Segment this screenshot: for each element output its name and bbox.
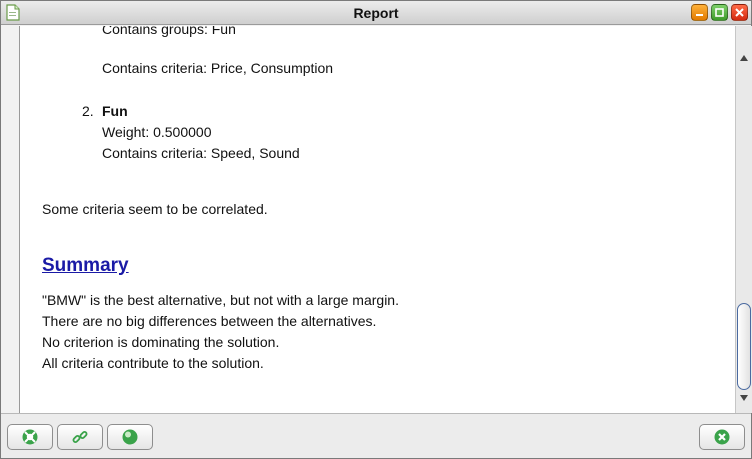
minimize-button[interactable]: [691, 4, 708, 21]
globe-icon: [122, 429, 138, 445]
group1-criteria: Contains criteria: Price, Consumption: [102, 60, 334, 76]
partial-line: Contains groups: Fun: [102, 26, 236, 37]
link-chain-icon: [72, 431, 88, 443]
close-circle-icon: [714, 429, 730, 445]
group2-criteria: Contains criteria: Speed, Sound: [102, 145, 300, 161]
vertical-scrollbar[interactable]: [735, 26, 752, 413]
summary-line: "BMW" is the best alternative, but not w…: [42, 292, 399, 308]
close-report-button[interactable]: [699, 424, 745, 450]
close-icon: [735, 8, 744, 17]
scroll-thumb[interactable]: [737, 303, 751, 390]
help-lifebuoy-icon: [22, 429, 38, 445]
maximize-button[interactable]: [711, 4, 728, 21]
group2-weight: Weight: 0.500000: [102, 124, 212, 140]
window-title: Report: [353, 5, 399, 21]
summary-line: All criteria contribute to the solution.: [42, 355, 264, 371]
web-button[interactable]: [107, 424, 153, 450]
summary-line: There are no big differences between the…: [42, 313, 377, 329]
help-button[interactable]: [7, 424, 53, 450]
summary-heading-link[interactable]: Summary: [42, 255, 129, 276]
group2-name: Fun: [102, 103, 128, 119]
correlation-note: Some criteria seem to be correlated.: [42, 201, 268, 217]
bottom-toolbar: [1, 413, 751, 458]
title-bar[interactable]: Report: [1, 1, 751, 25]
link-button[interactable]: [57, 424, 103, 450]
group2-number: 2.: [82, 103, 94, 119]
minimize-icon: [696, 14, 703, 16]
report-content: Contains groups: Fun Contains criteria: …: [20, 26, 718, 413]
report-viewer[interactable]: Contains groups: Fun Contains criteria: …: [19, 26, 735, 413]
report-window: Report Contains groups: Fun Contains cri…: [0, 0, 752, 459]
scroll-up-arrow-icon[interactable]: [738, 52, 750, 64]
close-window-button[interactable]: [731, 4, 748, 21]
scroll-down-arrow-icon[interactable]: [738, 392, 750, 404]
summary-line: No criterion is dominating the solution.: [42, 334, 280, 350]
maximize-icon: [715, 8, 724, 17]
